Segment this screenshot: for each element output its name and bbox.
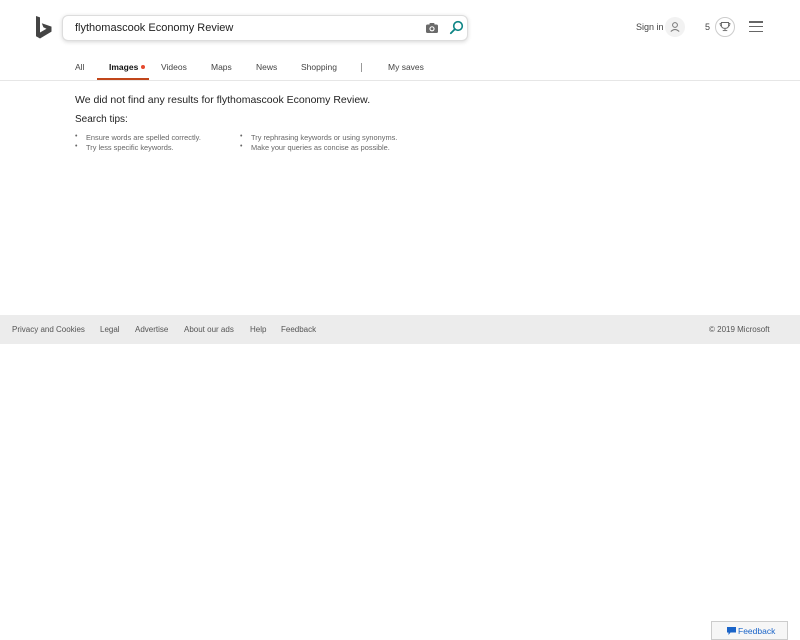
feedback-label: Feedback [738, 626, 776, 636]
header: Sign in 5 [0, 0, 800, 56]
sign-in-link[interactable]: Sign in [636, 22, 664, 32]
rewards-count: 5 [705, 22, 711, 32]
search-tips-left: Ensure words are spelled correctly. Try … [75, 133, 201, 152]
search-tip: Make your queries as concise as possible… [240, 143, 397, 153]
notification-dot [141, 65, 145, 69]
footer: Privacy and Cookies Legal Advertise Abou… [0, 315, 800, 344]
search-tip: Try less specific keywords. [75, 143, 201, 153]
no-results-message: We did not find any results for flythoma… [75, 94, 371, 106]
rewards-button[interactable] [715, 17, 735, 37]
search-tips-right: Try rephrasing keywords or using synonym… [240, 133, 397, 152]
search-tips-heading: Search tips: [75, 114, 128, 125]
comment-icon [727, 627, 736, 635]
tab-all[interactable]: All [75, 62, 84, 72]
tab-my-saves[interactable]: My saves [388, 62, 424, 72]
tab-maps[interactable]: Maps [211, 62, 232, 72]
tab-shopping[interactable]: Shopping [301, 62, 337, 72]
copyright: © 2019 Microsoft [709, 325, 770, 334]
footer-link-about-ads[interactable]: About our ads [184, 325, 234, 334]
active-tab-underline [97, 78, 149, 80]
tab-videos[interactable]: Videos [161, 62, 187, 72]
tab-news[interactable]: News [256, 62, 277, 72]
search-tip: Try rephrasing keywords or using synonym… [240, 133, 397, 143]
search-input[interactable] [75, 19, 405, 37]
footer-link-advertise[interactable]: Advertise [135, 325, 168, 334]
camera-icon[interactable] [425, 21, 439, 35]
bing-logo-icon[interactable] [34, 16, 54, 40]
trophy-icon [719, 22, 731, 32]
tab-separator [361, 63, 362, 72]
feedback-button[interactable]: Feedback [711, 621, 788, 640]
search-box [62, 15, 468, 41]
footer-link-legal[interactable]: Legal [100, 325, 120, 334]
footer-link-privacy[interactable]: Privacy and Cookies [12, 325, 85, 334]
search-icon[interactable] [449, 20, 464, 35]
tab-images[interactable]: Images [109, 62, 138, 72]
avatar[interactable] [665, 17, 685, 37]
user-icon [670, 22, 680, 32]
scope-tabs: All Images Videos Maps News Shopping My … [0, 56, 800, 81]
footer-link-help[interactable]: Help [250, 325, 266, 334]
footer-link-feedback[interactable]: Feedback [281, 325, 316, 334]
hamburger-menu-icon[interactable] [749, 21, 763, 33]
search-tip: Ensure words are spelled correctly. [75, 133, 201, 143]
